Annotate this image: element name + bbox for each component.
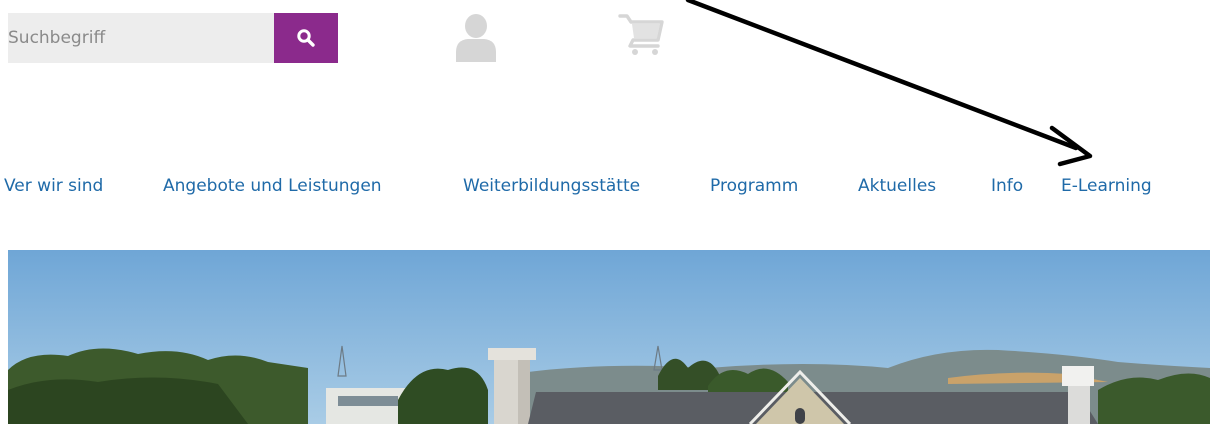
search-input[interactable] <box>8 13 274 63</box>
hero-image <box>8 250 1210 424</box>
nav-item-programm[interactable]: Programm <box>710 171 798 201</box>
nav-item-e-learning[interactable]: E-Learning <box>1061 171 1152 201</box>
campus-photo <box>8 250 1210 424</box>
nav-item-angebote-und-leistungen[interactable]: Angebote und Leistungen <box>163 171 382 201</box>
nav-item-info[interactable]: Info <box>991 171 1023 201</box>
nav-item-wer-wir-sind[interactable]: Ver wir sind <box>4 171 103 201</box>
nav-item-aktuelles[interactable]: Aktuelles <box>858 171 936 201</box>
search-icon <box>297 29 315 47</box>
cart-icon[interactable] <box>618 12 664 56</box>
search-bar <box>8 13 338 63</box>
nav-item-weiterbildungsstaette[interactable]: Weiterbildungsstätte <box>463 171 640 201</box>
main-navigation: Ver wir sind Angebote und Leistungen Wei… <box>0 171 1210 201</box>
search-button[interactable] <box>274 13 338 63</box>
page: Ver wir sind Angebote und Leistungen Wei… <box>0 0 1210 424</box>
user-icon[interactable] <box>452 12 500 62</box>
